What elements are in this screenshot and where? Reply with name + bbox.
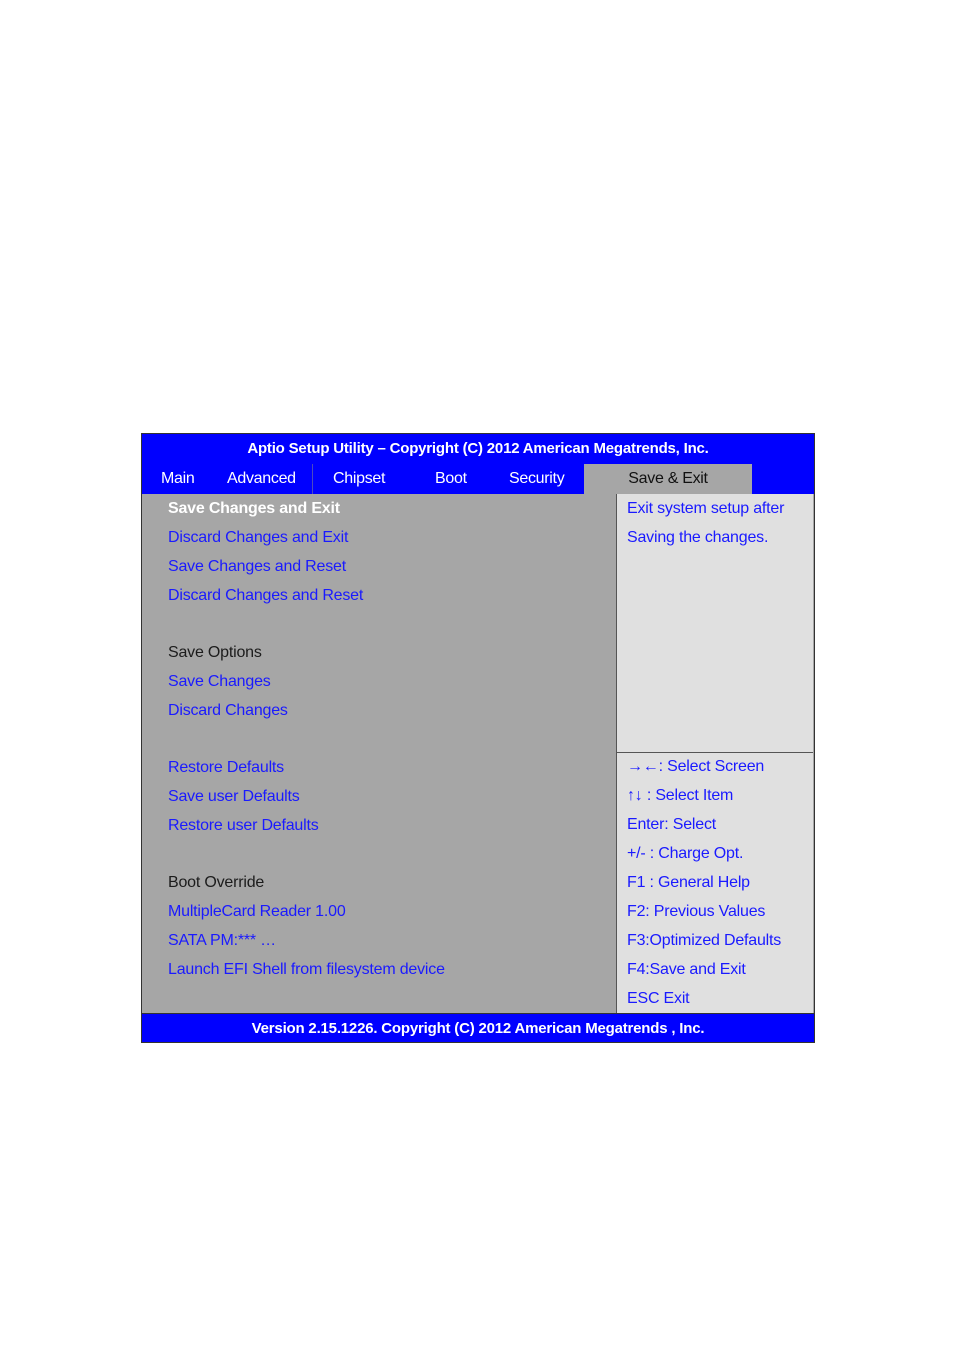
key-hint-f4-save-exit: F4:Save and Exit [627, 961, 746, 978]
tab-main[interactable]: Main [161, 464, 195, 494]
title-bar: Aptio Setup Utility – Copyright (C) 2012… [142, 434, 814, 464]
tab-security[interactable]: Security [509, 464, 565, 494]
menu-item-boot-sata-pm[interactable]: SATA PM:*** … [168, 932, 276, 950]
help-text-line: Exit system setup after [627, 500, 785, 517]
menu-item-discard-changes-and-exit[interactable]: Discard Changes and Exit [168, 529, 348, 547]
menu-item-discard-changes[interactable]: Discard Changes [168, 702, 288, 720]
key-hint-f1-help: F1 : General Help [627, 874, 750, 891]
version-footer: Version 2.15.1226. Copyright (C) 2012 Am… [142, 1013, 814, 1042]
key-legend-panel: →←: Select Screen ↑↓ : Select Item Enter… [616, 753, 813, 1013]
menu-item-save-changes-and-exit[interactable]: Save Changes and Exit [168, 500, 340, 518]
section-heading-save-options: Save Options [168, 644, 262, 661]
bios-setup-window: Aptio Setup Utility – Copyright (C) 2012… [141, 433, 815, 1043]
key-hint-select-item: ↑↓ : Select Item [627, 787, 734, 804]
key-hint-f3-defaults: F3:Optimized Defaults [627, 932, 782, 949]
menu-item-restore-user-defaults[interactable]: Restore user Defaults [168, 817, 319, 835]
tab-boot[interactable]: Boot [435, 464, 467, 494]
menu-item-restore-defaults[interactable]: Restore Defaults [168, 759, 284, 777]
tab-advanced[interactable]: Advanced [227, 464, 296, 494]
menu-item-discard-changes-and-reset[interactable]: Discard Changes and Reset [168, 587, 363, 605]
key-hint-enter-select: Enter: Select [627, 816, 717, 833]
menu-item-save-changes[interactable]: Save Changes [168, 673, 271, 691]
menu-item-boot-multiplecard-reader[interactable]: MultipleCard Reader 1.00 [168, 903, 346, 921]
tab-bar: Main Advanced Chipset Boot Security Save… [142, 464, 814, 494]
section-heading-boot-override: Boot Override [168, 874, 265, 891]
menu-item-launch-efi-shell[interactable]: Launch EFI Shell from filesystem device [168, 961, 445, 979]
menu-item-save-user-defaults[interactable]: Save user Defaults [168, 788, 300, 806]
menu-item-save-changes-and-reset[interactable]: Save Changes and Reset [168, 558, 346, 576]
key-hint-select-screen: →←: Select Screen [627, 758, 765, 775]
key-hint-esc-exit: ESC Exit [627, 990, 690, 1007]
help-text-line: Saving the changes. [627, 529, 769, 546]
key-hint-f2-previous: F2: Previous Values [627, 903, 766, 920]
menu-panel: Save Changes and Exit Discard Changes an… [142, 494, 616, 1013]
key-hint-change-opt: +/- : Charge Opt. [627, 845, 744, 862]
item-help-panel: Exit system setup after Saving the chang… [616, 494, 813, 753]
tab-divider [312, 464, 313, 494]
tab-save-exit[interactable]: Save & Exit [584, 464, 752, 494]
tab-chipset[interactable]: Chipset [333, 464, 385, 494]
